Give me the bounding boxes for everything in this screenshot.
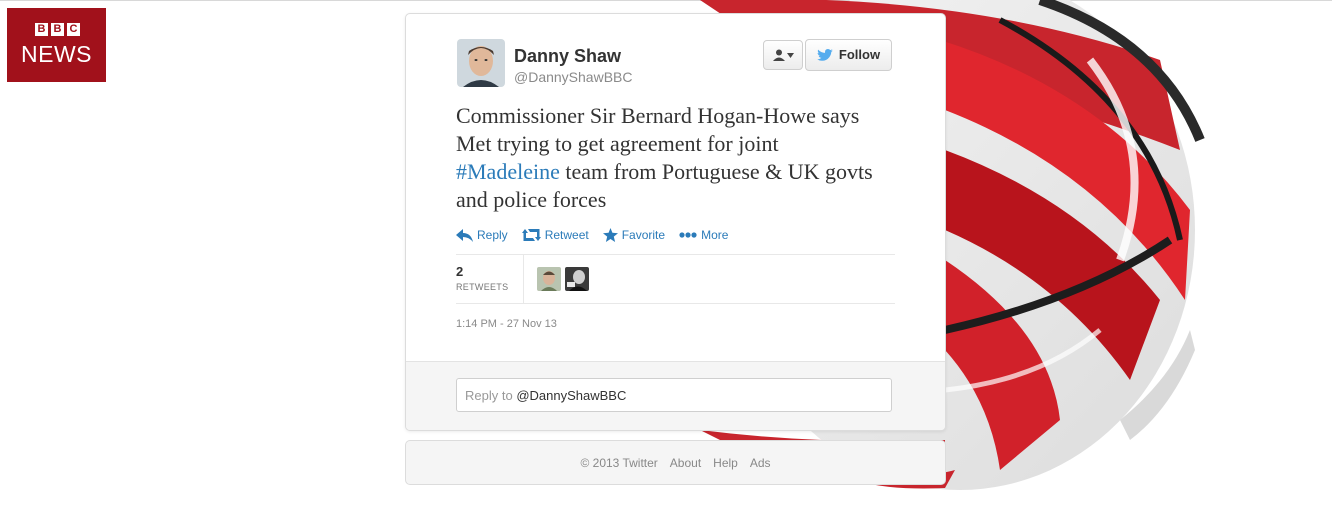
reply-label: Reply [477,228,508,242]
caret-down-icon [786,52,794,58]
footer-link-ads[interactable]: Ads [750,456,771,470]
favorite-action[interactable]: Favorite [602,227,666,243]
hashtag-link[interactable]: #Madeleine [456,159,560,184]
retweet-label: Retweet [544,228,589,242]
retweeter-avatar[interactable] [565,267,589,291]
bbc-news-logo[interactable]: B B C NEWS [7,8,106,82]
retweet-action[interactable]: Retweet [521,227,589,243]
bbc-block: C [67,23,80,36]
bbc-block: B [51,23,64,36]
bbc-block: B [35,23,48,36]
author-handle[interactable]: @DannyShawBBC [514,68,633,86]
author-name[interactable]: Danny Shaw [514,45,621,67]
retweeter-avatar[interactable] [537,267,561,291]
reply-prefix: Reply to [465,388,517,403]
news-wordmark: NEWS [21,41,92,67]
user-actions-dropdown[interactable] [763,40,803,70]
star-icon [602,228,618,242]
follow-button[interactable]: Follow [805,39,892,71]
retweet-count[interactable]: 2 [456,264,463,280]
copyright-text: © 2013 Twitter [580,455,658,470]
twitter-footer: © 2013 Twitter About Help Ads [405,440,946,485]
more-label: More [701,228,729,242]
retweets-label: RETWEETS [456,282,509,292]
tweet-text-start: Commissioner Sir Bernard Hogan-Howe says… [456,103,860,156]
tweet-card: Danny Shaw @DannyShawBBC Follow Commissi… [405,13,946,431]
reply-area: Reply to @DannyShawBBC [406,361,945,430]
favorite-label: Favorite [621,228,666,242]
reply-icon [456,228,473,242]
user-icon [772,49,785,61]
retweet-icon [521,229,541,241]
more-dots-icon [679,232,697,238]
reply-input[interactable]: Reply to @DannyShawBBC [456,378,892,412]
tweet-text: Commissioner Sir Bernard Hogan-Howe says… [456,102,886,214]
author-avatar[interactable] [457,39,505,87]
bbc-blocks: B B C [35,23,80,36]
footer-link-help[interactable]: Help [713,456,738,470]
footer-link-about[interactable]: About [670,456,701,470]
stats-divider [523,255,524,303]
tweet-timestamp[interactable]: 1:14 PM - 27 Nov 13 [456,317,557,331]
follow-label: Follow [838,47,881,62]
tweet-stats: 2 RETWEETS [456,254,895,304]
twitter-bird-icon [816,48,833,61]
tweet-actions: Reply Retweet Favorite More [456,227,728,243]
more-action[interactable]: More [679,227,728,243]
reply-action[interactable]: Reply [456,227,508,243]
reply-mention: @DannyShawBBC [516,388,627,403]
